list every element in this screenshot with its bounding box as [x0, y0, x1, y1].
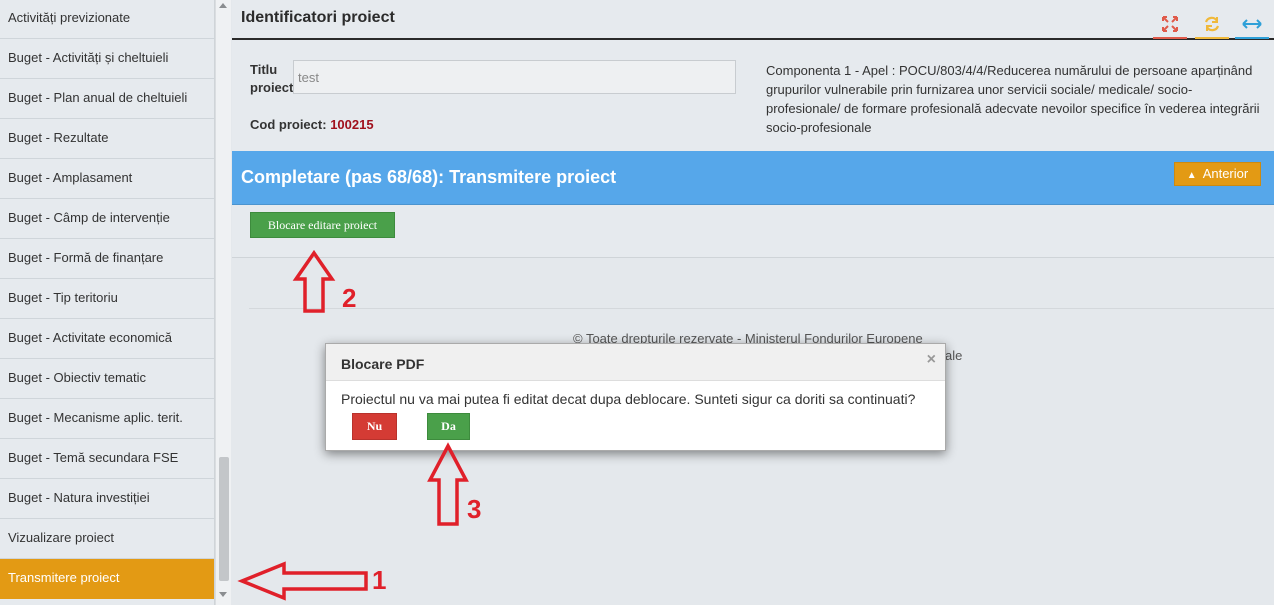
sidebar-item[interactable]: Vizualizare proiect	[0, 519, 214, 559]
sidebar-item[interactable]: Buget - Câmp de intervenție	[0, 199, 214, 239]
sidebar-item[interactable]: Buget - Formă de finanțare	[0, 239, 214, 279]
sidebar-item[interactable]: Buget - Amplasament	[0, 159, 214, 199]
sidebar-item[interactable]: Buget - Mecanisme aplic. terit.	[0, 399, 214, 439]
sidebar-item[interactable]: Activități previzionate	[0, 0, 214, 39]
step-bar: Completare (pas 68/68): Transmitere proi…	[232, 151, 1274, 205]
title-label: Titlu	[250, 62, 278, 77]
sidebar-item[interactable]: Buget - Obiectiv tematic	[0, 359, 214, 399]
dialog-message: Proiectul nu va mai putea fi editat deca…	[341, 391, 916, 407]
sidebar-item[interactable]: Transmitere proiect	[0, 559, 214, 599]
sidebar: Activități previzionate Buget - Activităț…	[0, 0, 215, 605]
sidebar-item[interactable]: Buget - Plan anual de cheltuieli	[0, 79, 214, 119]
title-label-2: proiect	[250, 80, 294, 95]
annotation-number-2: 2	[342, 283, 357, 313]
sidebar-item[interactable]: Buget - Temă secundara FSE	[0, 439, 214, 479]
sidebar-item[interactable]: Buget - Activitate economică	[0, 319, 214, 359]
expand-icon[interactable]	[1153, 15, 1187, 39]
annotation-arrow-3	[427, 442, 469, 526]
project-code-value: 100215	[330, 117, 374, 132]
lock-edit-button[interactable]: Blocare editare proiect	[250, 212, 395, 238]
arrows-horizontal-icon[interactable]	[1235, 15, 1269, 39]
project-code: Cod proiect: 100215	[250, 117, 374, 132]
annotation-number-1: 1	[372, 565, 387, 595]
footer-divider	[249, 308, 1274, 309]
scroll-up-icon[interactable]	[219, 3, 227, 8]
step-title: Completare (pas 68/68): Transmitere proi…	[241, 167, 617, 187]
annotation-number-3: 3	[467, 494, 482, 524]
expand-icon-svg	[1162, 16, 1178, 32]
close-icon[interactable]: ×	[927, 351, 936, 369]
sidebar-item[interactable]: Buget - Natura investiției	[0, 479, 214, 519]
annotation-arrow-2	[292, 249, 336, 313]
project-description: Componenta 1 - Apel : POCU/803/4/4/Reduc…	[766, 63, 1260, 135]
project-code-label: Cod proiect:	[250, 117, 327, 132]
sidebar-scrollbar[interactable]	[215, 0, 231, 605]
main-header: Identificatori proiect	[232, 0, 1274, 40]
previous-button-label: Anterior	[1202, 166, 1249, 181]
refresh-icon[interactable]	[1195, 15, 1229, 39]
confirm-dialog: Blocare PDF × Proiectul nu va mai putea …	[325, 343, 946, 451]
previous-button[interactable]: ▲ Anterior	[1174, 162, 1261, 186]
scroll-down-icon[interactable]	[219, 592, 227, 597]
arrows-horizontal-icon-svg	[1242, 19, 1262, 29]
main-panel: Identificatori proiect Titlu proiect Cod…	[232, 0, 1274, 258]
dialog-title: Blocare PDF	[341, 356, 425, 372]
sidebar-item[interactable]: Buget - Rezultate	[0, 119, 214, 159]
chevron-up-icon: ▲	[1186, 170, 1197, 181]
footer-copyright-2: ale	[945, 348, 963, 363]
annotation-arrow-1	[237, 561, 368, 601]
yes-button[interactable]: Da	[427, 413, 470, 440]
sidebar-item[interactable]: Buget - Tip teritoriu	[0, 279, 214, 319]
project-title-input[interactable]	[293, 60, 736, 94]
scroll-thumb[interactable]	[219, 457, 229, 581]
refresh-icon-svg	[1204, 16, 1220, 32]
sidebar-item[interactable]: Buget - Activități și cheltuieli	[0, 39, 214, 79]
no-button[interactable]: Nu	[352, 413, 397, 440]
dialog-header: Blocare PDF ×	[326, 344, 945, 381]
page-title: Identificatori proiect	[241, 9, 395, 26]
